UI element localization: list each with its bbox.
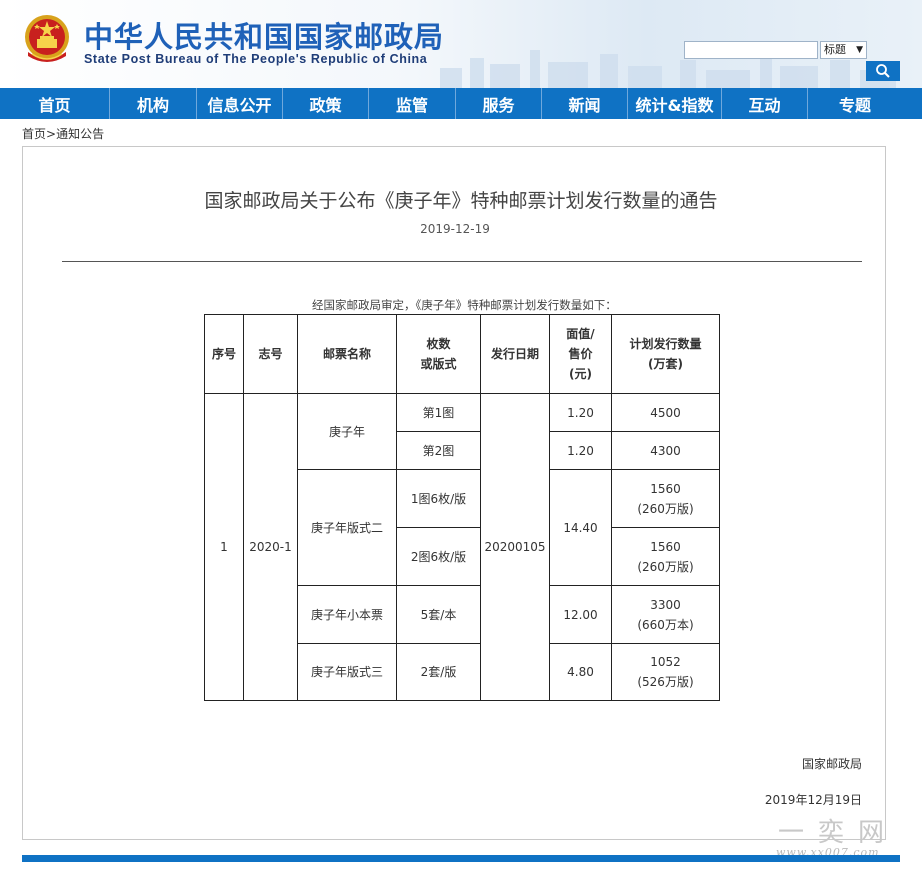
header-no: 序号	[204, 314, 244, 394]
cell-format: 第2图	[396, 431, 481, 470]
header-format-line2: 或版式	[420, 357, 457, 371]
quantity-note: (526万版)	[637, 675, 694, 689]
stamp-issue-table: 序号 志号 邮票名称 枚数或版式 发行日期 面值/售价 (元) 计划发行数量 (万套…	[204, 314, 720, 701]
nav-item-news[interactable]: 新闻	[542, 88, 628, 119]
table-row: 1 2020-1 庚子年 第1图 20200105 1.20 4500	[204, 393, 720, 701]
cell-stamp-name: 庚子年版式二	[297, 469, 397, 586]
search-icon	[876, 64, 890, 78]
signature-org: 国家邮政局	[801, 757, 862, 771]
nav-item-organization[interactable]: 机构	[110, 88, 197, 119]
signature-date: 2019年12月19日	[764, 793, 862, 807]
nav-item-info-disclosure[interactable]: 信息公开	[197, 88, 283, 119]
cell-format: 1图6枚/版	[396, 469, 481, 528]
quantity-value: 3300	[650, 597, 681, 612]
cell-quantity: 4300	[611, 431, 720, 470]
site-header: 中华人民共和国国家邮政局 State Post Bureau of The Pe…	[0, 0, 922, 88]
cell-quantity: 1560 (260万版)	[611, 469, 720, 528]
nav-item-service[interactable]: 服务	[456, 88, 542, 119]
quantity-note: (260万版)	[637, 559, 694, 574]
nav-item-topics[interactable]: 专题	[808, 88, 902, 119]
cell-quantity: 1560 (260万版)	[611, 527, 720, 586]
header-price-line2: 售价	[568, 347, 593, 361]
cell-price: 12.00	[549, 585, 612, 644]
nav-item-regulation[interactable]: 监管	[369, 88, 456, 119]
cell-format: 第1图	[396, 393, 481, 432]
watermark-text: 一奕网	[778, 818, 899, 848]
search-input[interactable]	[684, 41, 818, 59]
header-quantity-line2: (万套)	[648, 357, 683, 371]
cell-stamp-name: 庚子年	[297, 393, 397, 470]
footer-bar	[22, 855, 900, 862]
header-quantity: 计划发行数量 (万套)	[611, 314, 720, 394]
header-price-line1: 面值/	[566, 327, 595, 341]
cell-no: 1	[204, 393, 244, 701]
site-title: 中华人民共和国国家邮政局	[84, 20, 445, 54]
table-header-row: 序号 志号 邮票名称 枚数或版式 发行日期 面值/售价 (元) 计划发行数量 (万套…	[204, 314, 720, 394]
header-format-line1: 枚数	[426, 337, 451, 351]
cell-quantity: 1052 (526万版)	[611, 643, 720, 701]
chevron-down-icon: ▼	[856, 45, 863, 55]
cell-quantity: 4500	[611, 393, 720, 432]
title-divider	[62, 261, 862, 262]
cell-format: 2图6枚/版	[396, 527, 481, 586]
quantity-note: (660万本)	[637, 617, 694, 632]
header-quantity-line1: 计划发行数量	[629, 337, 702, 351]
search-field-select[interactable]: 标题 ▼	[820, 41, 867, 59]
cell-format: 2套/版	[396, 643, 481, 701]
breadcrumb: 首页>通知公告	[22, 125, 104, 142]
main-nav: 首页 机构 信息公开 政策 监管 服务 新闻 统计&指数 互动 专题	[0, 88, 922, 119]
breadcrumb-current-link[interactable]: 通知公告	[56, 127, 104, 141]
quantity-value: 1052	[650, 655, 681, 669]
cell-price: 1.20	[549, 393, 612, 432]
article-date: 2019-12-19	[420, 222, 490, 236]
quantity-value: 1560	[650, 481, 681, 496]
site-title-en: State Post Bureau of The People's Republ…	[84, 52, 428, 66]
cell-quantity: 3300 (660万本)	[611, 585, 720, 644]
search-select-label: 标题	[824, 43, 846, 56]
article-intro: 经国家邮政局审定，《庚子年》特种邮票计划发行数量如下：	[312, 298, 617, 312]
nav-item-home[interactable]: 首页	[0, 88, 110, 119]
quantity-value: 1560	[650, 539, 681, 554]
cell-price: 4.80	[549, 643, 612, 701]
header-code: 志号	[243, 314, 298, 394]
article-title: 国家邮政局关于公布《庚子年》特种邮票计划发行数量的通告	[204, 190, 718, 212]
breadcrumb-separator: >	[46, 127, 57, 141]
header-name: 邮票名称	[297, 314, 397, 394]
cell-format: 5套/本	[396, 585, 481, 644]
search-button[interactable]	[866, 61, 900, 81]
header-price: 面值/售价 (元)	[549, 314, 612, 394]
nav-item-statistics[interactable]: 统计&指数	[628, 88, 722, 119]
header-format: 枚数 或版式	[396, 314, 481, 394]
header-issue-date: 发行日期	[480, 314, 550, 394]
national-emblem-icon	[25, 15, 69, 62]
quantity-note: (260万版)	[637, 501, 694, 516]
nav-item-policy[interactable]: 政策	[283, 88, 369, 119]
cell-price: 14.40	[549, 469, 612, 586]
cell-stamp-name: 庚子年小本票	[297, 585, 397, 644]
cell-price: 1.20	[549, 431, 612, 470]
header-price-line3: (元)	[569, 367, 592, 381]
breadcrumb-home-link[interactable]: 首页	[22, 127, 46, 141]
cell-stamp-name: 庚子年版式三	[297, 643, 397, 701]
cell-issue-date: 20200105	[480, 393, 550, 701]
cell-code: 2020-1	[243, 393, 298, 701]
nav-item-interaction[interactable]: 互动	[722, 88, 808, 119]
